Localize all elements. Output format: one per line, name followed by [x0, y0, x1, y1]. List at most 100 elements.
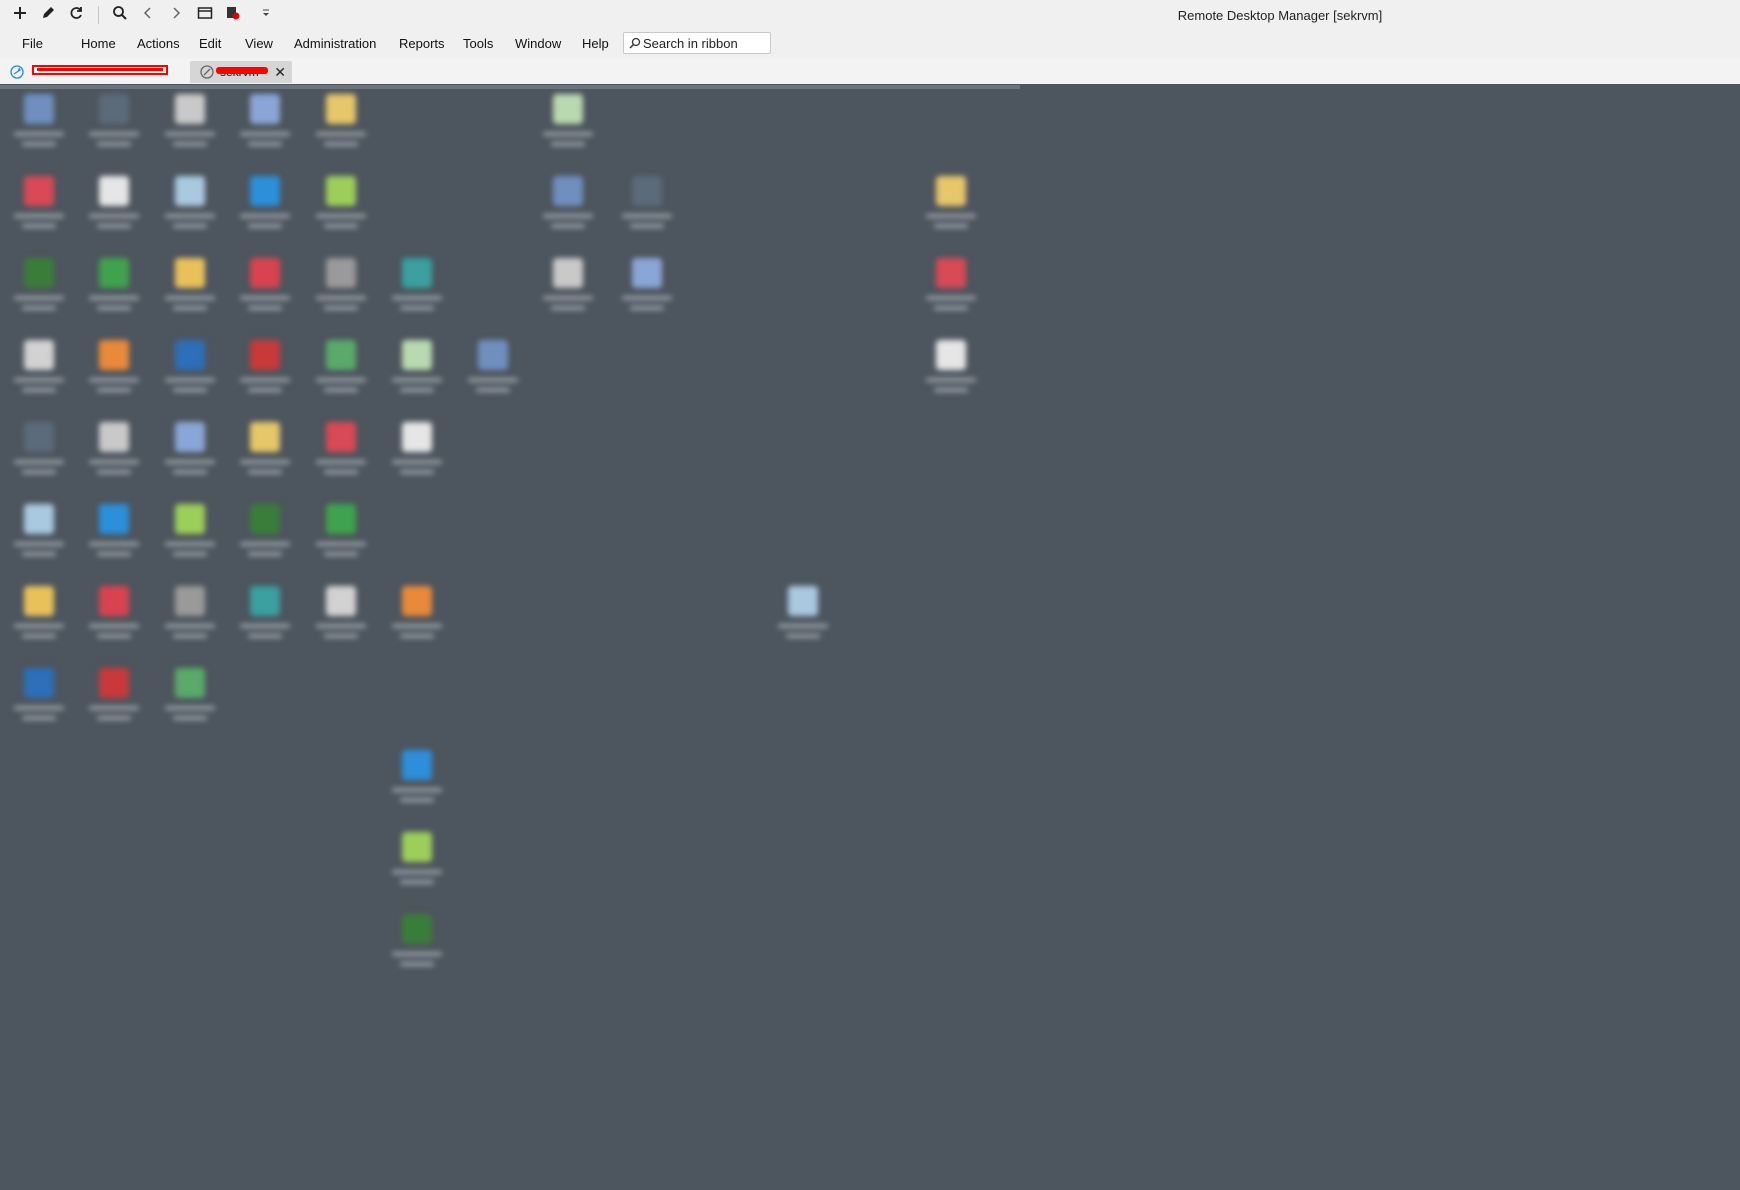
ribbon-search-input[interactable] — [641, 35, 763, 51]
desktop-shortcut-icon[interactable] — [8, 174, 68, 246]
shortcut-caption — [165, 542, 215, 546]
shortcut-caption — [14, 214, 64, 218]
menu-view[interactable]: View — [245, 36, 273, 51]
desktop-shortcut-icon[interactable] — [537, 174, 597, 246]
window-title: Remote Desktop Manager [sekrvm] — [1177, 8, 1383, 23]
shortcut-glyph-icon — [99, 340, 129, 370]
desktop-shortcut-icon[interactable] — [920, 338, 980, 410]
session-tab-sekrvm[interactable]: sekrvm ✕ — [190, 61, 292, 83]
desktop-shortcut-icon[interactable] — [310, 174, 370, 246]
desktop-shortcut-icon[interactable] — [386, 420, 446, 492]
menu-window[interactable]: Window — [515, 36, 561, 51]
desktop-shortcut-icon[interactable] — [920, 256, 980, 328]
desktop-shortcut-icon[interactable] — [159, 92, 219, 164]
desktop-shortcut-icon[interactable] — [234, 502, 294, 574]
search-button[interactable] — [108, 3, 132, 27]
forward-icon — [168, 5, 184, 26]
window-button[interactable] — [193, 3, 217, 27]
desktop-shortcut-icon[interactable] — [386, 584, 446, 656]
customize-quick-access-button[interactable] — [254, 3, 278, 27]
shortcut-glyph-icon — [553, 94, 583, 124]
desktop-shortcut-icon[interactable] — [159, 584, 219, 656]
desktop-shortcut-icon[interactable] — [83, 338, 143, 410]
menu-home[interactable]: Home — [81, 36, 116, 51]
menu-actions[interactable]: Actions — [137, 36, 180, 51]
desktop-shortcut-icon[interactable] — [234, 256, 294, 328]
back-button[interactable] — [136, 3, 160, 27]
desktop-shortcut-icon[interactable] — [310, 502, 370, 574]
menu-reports[interactable]: Reports — [399, 36, 445, 51]
desktop-shortcut-icon[interactable] — [920, 174, 980, 246]
desktop-shortcut-icon[interactable] — [83, 92, 143, 164]
new-entry-button[interactable] — [8, 3, 32, 27]
forward-button[interactable] — [164, 3, 188, 27]
shortcut-glyph-icon — [99, 422, 129, 452]
desktop-shortcut-icon[interactable] — [386, 748, 446, 820]
menu-administration[interactable]: Administration — [294, 36, 376, 51]
desktop-shortcut-icon[interactable] — [537, 256, 597, 328]
shortcut-caption — [543, 132, 593, 136]
desktop-shortcut-icon[interactable] — [234, 338, 294, 410]
desktop-shortcut-icon[interactable] — [159, 420, 219, 492]
shortcut-glyph-icon — [326, 340, 356, 370]
desktop-shortcut-icon[interactable] — [537, 92, 597, 164]
desktop-shortcut-icon[interactable] — [462, 338, 522, 410]
desktop-shortcut-icon[interactable] — [386, 830, 446, 902]
desktop-shortcut-icon[interactable] — [386, 338, 446, 410]
ribbon-search-box[interactable] — [623, 32, 771, 54]
desktop-shortcut-icon[interactable] — [8, 502, 68, 574]
desktop-shortcut-icon[interactable] — [83, 174, 143, 246]
shortcut-caption — [97, 716, 131, 720]
desktop-shortcut-icon[interactable] — [234, 420, 294, 492]
desktop-shortcut-icon[interactable] — [159, 174, 219, 246]
shortcut-caption — [89, 296, 139, 300]
desktop-shortcut-icon[interactable] — [386, 256, 446, 328]
desktop-shortcut-icon[interactable] — [8, 338, 68, 410]
desktop-shortcut-icon[interactable] — [234, 92, 294, 164]
shortcut-caption — [316, 460, 366, 464]
desktop-shortcut-icon[interactable] — [386, 912, 446, 984]
desktop-shortcut-icon[interactable] — [8, 420, 68, 492]
refresh-button[interactable] — [64, 3, 88, 27]
desktop-shortcut-icon[interactable] — [8, 584, 68, 656]
shortcut-glyph-icon — [99, 176, 129, 206]
desktop-shortcut-icon[interactable] — [234, 584, 294, 656]
menu-file[interactable]: File — [22, 36, 43, 51]
menu-tools[interactable]: Tools — [463, 36, 493, 51]
record-button[interactable] — [221, 3, 245, 27]
desktop-shortcut-icon[interactable] — [83, 666, 143, 738]
desktop-shortcut-icon[interactable] — [310, 256, 370, 328]
menu-help[interactable]: Help — [582, 36, 609, 51]
desktop-shortcut-icon[interactable] — [310, 338, 370, 410]
desktop-shortcut-icon[interactable] — [234, 174, 294, 246]
desktop-shortcut-icon[interactable] — [616, 256, 676, 328]
desktop-shortcut-icon[interactable] — [8, 256, 68, 328]
session-tab-1[interactable] — [10, 61, 188, 83]
desktop-shortcut-icon[interactable] — [616, 174, 676, 246]
menu-edit[interactable]: Edit — [199, 36, 221, 51]
desktop-shortcut-icon[interactable] — [83, 256, 143, 328]
shortcut-caption — [630, 306, 664, 310]
desktop-shortcut-icon[interactable] — [159, 502, 219, 574]
remote-desktop-view[interactable] — [0, 84, 1740, 1190]
redacted-label — [216, 67, 268, 74]
desktop-shortcut-icon[interactable] — [159, 666, 219, 738]
desktop-shortcut-icon[interactable] — [310, 92, 370, 164]
edit-entry-button[interactable] — [36, 3, 60, 27]
desktop-shortcut-icon[interactable] — [159, 338, 219, 410]
shortcut-caption — [248, 634, 282, 638]
desktop-shortcut-icon[interactable] — [8, 92, 68, 164]
desktop-shortcut-icon[interactable] — [772, 584, 832, 656]
shortcut-caption — [97, 470, 131, 474]
desktop-shortcut-icon[interactable] — [83, 420, 143, 492]
remote-session-icon — [10, 65, 24, 79]
desktop-shortcut-icon[interactable] — [159, 256, 219, 328]
desktop-shortcut-icon[interactable] — [8, 666, 68, 738]
close-tab-icon[interactable]: ✕ — [274, 64, 286, 81]
shortcut-glyph-icon — [553, 176, 583, 206]
desktop-shortcut-icon[interactable] — [83, 502, 143, 574]
desktop-shortcut-icon[interactable] — [310, 420, 370, 492]
desktop-shortcut-icon[interactable] — [310, 584, 370, 656]
shortcut-glyph-icon — [326, 422, 356, 452]
desktop-shortcut-icon[interactable] — [83, 584, 143, 656]
